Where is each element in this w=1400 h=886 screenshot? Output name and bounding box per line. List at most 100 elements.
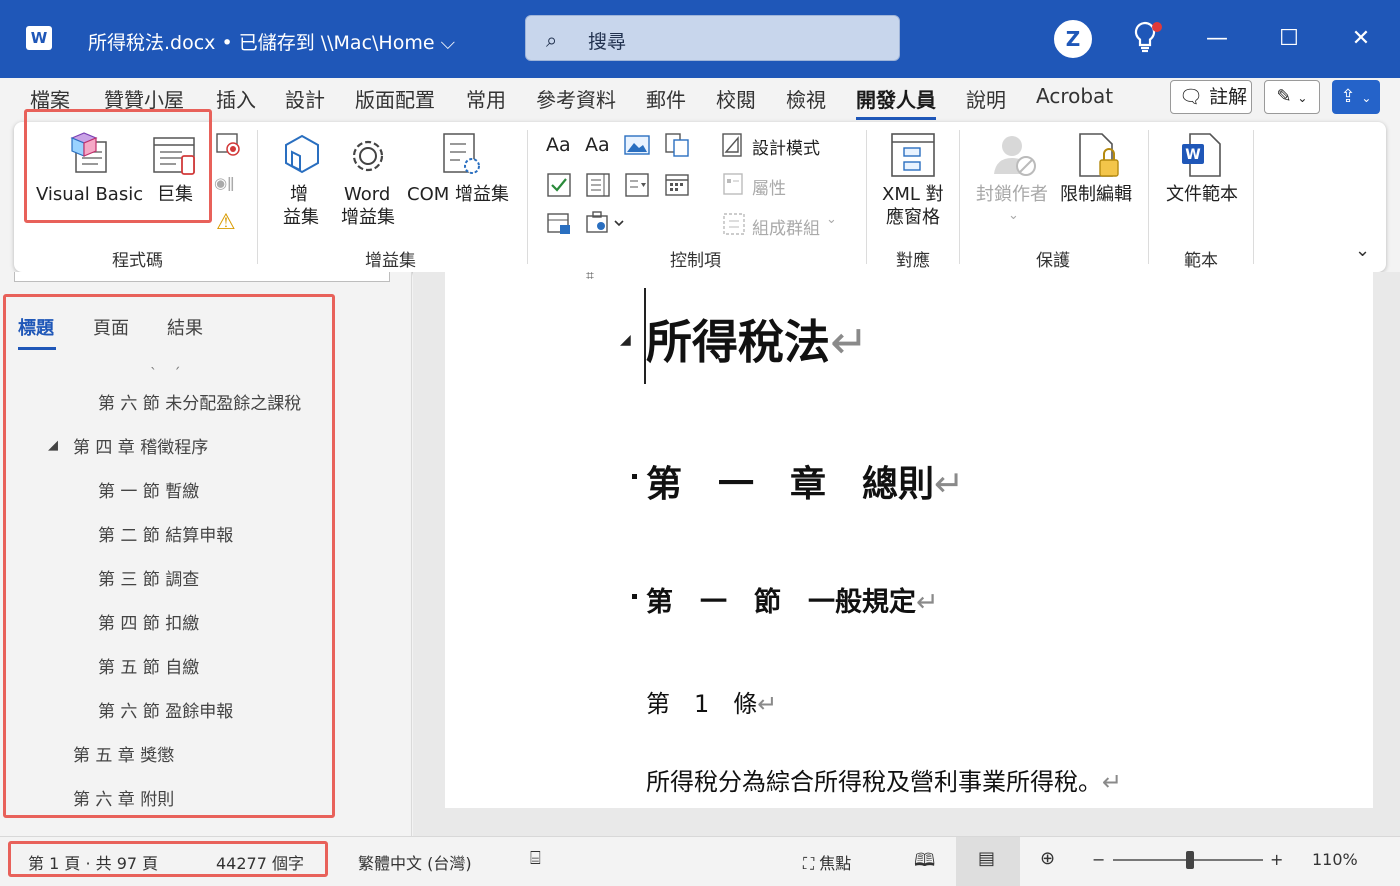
design-mode-icon[interactable] (720, 132, 744, 162)
paragraph-text: 所得稅分為綜合所得稅及營利事業所得稅。 (646, 768, 1102, 796)
print-layout-icon[interactable]: ▤ (978, 848, 995, 869)
group-label-code: 程式碼 (112, 251, 163, 271)
tab-references[interactable]: 參考資料 (536, 84, 616, 113)
layout-options-icon[interactable]: ⌗ (586, 268, 594, 284)
tab-view[interactable]: 檢視 (786, 84, 826, 113)
nav-search-field[interactable] (14, 272, 390, 282)
xml-mapping-label-1[interactable]: XML 對 (882, 184, 944, 206)
ribbon-expand-chevron-icon[interactable]: ⌄ (1355, 240, 1370, 261)
building-block-icon[interactable] (664, 132, 690, 162)
article-text: 第 1 條 (646, 690, 758, 718)
document-page[interactable] (445, 272, 1373, 808)
checkbox-control-icon[interactable] (546, 172, 572, 202)
group-label-templates: 範本 (1184, 251, 1218, 271)
tab-design[interactable]: 設計 (285, 84, 325, 113)
comment-icon: 🗨 (1179, 86, 1204, 108)
group-controls-icon (722, 212, 746, 240)
paragraph-mark: ↵ (757, 690, 778, 718)
addins-icon[interactable] (278, 134, 326, 182)
body-paragraph[interactable]: 所得稅分為綜合所得稅及營利事業所得稅。↵ (646, 762, 1122, 797)
section-text: 第 一 節 一般規定 (646, 587, 916, 618)
editing-mode-button[interactable]: ✎ ⌄ (1264, 80, 1320, 114)
article-number[interactable]: 第 1 條↵ (646, 684, 777, 719)
rich-text-control-button[interactable]: Aa (546, 134, 571, 156)
title-text: 所得稅法 (646, 315, 830, 369)
zoom-out-button[interactable]: − (1092, 850, 1105, 869)
web-layout-icon[interactable]: ⊕ (1040, 848, 1055, 869)
pen-icon: ✎ (1276, 86, 1292, 107)
group-label-mapping: 對應 (896, 251, 930, 271)
plain-text-control-button[interactable]: Aa (585, 134, 610, 156)
macro-security-icon[interactable]: ⚠ (216, 210, 236, 235)
zoom-in-button[interactable]: + (1270, 850, 1283, 869)
paragraph-mark: ↵ (934, 464, 965, 505)
properties-button: 屬性 (752, 179, 786, 199)
repeating-section-icon[interactable] (546, 212, 572, 240)
section-heading[interactable]: 第 一 節 一般規定↵ (646, 580, 939, 619)
word-addins-label-2[interactable]: 增益集 (341, 207, 395, 229)
design-mode-button[interactable]: 設計模式 (752, 134, 820, 159)
zoom-slider-thumb[interactable] (1186, 851, 1194, 869)
heading-marker (632, 474, 637, 479)
gear-icon[interactable] (346, 134, 390, 182)
group-label-protect: 保護 (1036, 251, 1070, 271)
tab-layout[interactable]: 版面配置 (355, 84, 435, 113)
tab-home[interactable]: 常用 (466, 84, 506, 113)
focus-icon: ⛶ (803, 854, 815, 873)
tab-acrobat[interactable]: Acrobat (1036, 84, 1113, 108)
document-title-heading[interactable]: 所得稅法↵ (646, 306, 869, 372)
paragraph-mark: ↵ (1102, 768, 1123, 796)
read-mode-icon[interactable]: 🕮 (914, 848, 935, 878)
com-addins-icon[interactable] (440, 132, 486, 182)
block-authors-button: 封鎖作者 (976, 184, 1048, 205)
paragraph-mark: ↵ (916, 587, 939, 618)
language-indicator[interactable]: 繁體中文 (台灣) (358, 850, 472, 874)
profile-icon[interactable]: Z (1054, 20, 1092, 58)
document-title[interactable]: 所得稅法.docx • 已儲存到 \\Mac\Home ⌵ (88, 28, 455, 55)
close-button[interactable]: ✕ (1342, 20, 1380, 58)
record-macro-icon[interactable] (216, 132, 242, 162)
zoom-level[interactable]: 110% (1312, 850, 1358, 869)
combobox-control-icon[interactable] (585, 172, 611, 202)
tab-review[interactable]: 校閱 (716, 84, 756, 113)
share-button[interactable]: ⇪ ⌄ (1332, 80, 1380, 114)
search-icon: ⌕ (546, 28, 558, 52)
tab-help[interactable]: 說明 (966, 84, 1006, 113)
tab-mailings[interactable]: 郵件 (646, 84, 686, 113)
chapter-heading[interactable]: 第 一 章 總則↵ (646, 455, 964, 507)
addins-label-1[interactable]: 增 (290, 184, 308, 206)
accessibility-icon[interactable]: ⌸ (530, 848, 541, 869)
comments-button[interactable]: 🗨 註解 (1170, 80, 1252, 114)
search-box[interactable]: ⌕ 搜尋 (525, 15, 900, 61)
legacy-tools-icon[interactable] (585, 210, 625, 240)
group-separator (1253, 130, 1254, 264)
properties-icon (722, 172, 744, 200)
group-button: 組成群組 (752, 219, 820, 239)
group-separator (1148, 130, 1149, 264)
tab-insert[interactable]: 插入 (216, 84, 256, 113)
word-addins-label-1[interactable]: Word (344, 184, 390, 206)
active-tab-indicator (856, 117, 936, 120)
search-placeholder: 搜尋 (588, 31, 627, 53)
xml-mapping-icon[interactable] (890, 132, 936, 182)
dropdown-control-icon[interactable] (624, 172, 650, 202)
com-addins-button[interactable]: COM 增益集 (407, 184, 509, 206)
picture-control-icon[interactable] (624, 134, 650, 160)
addins-label-2[interactable]: 益集 (283, 207, 319, 229)
title-bar: W 所得稅法.docx • 已儲存到 \\Mac\Home ⌵ ⌕ 搜尋 Z —… (0, 0, 1400, 78)
date-picker-icon[interactable] (664, 172, 690, 202)
chevron-down-icon: ⌄ (1361, 91, 1372, 105)
block-authors-icon (992, 132, 1038, 182)
restrict-editing-button[interactable]: 限制編輯 (1060, 184, 1132, 206)
minimize-button[interactable]: — (1198, 20, 1236, 58)
xml-mapping-label-2[interactable]: 應窗格 (886, 207, 940, 229)
document-template-icon[interactable]: W (1180, 132, 1222, 182)
maximize-button[interactable]: ☐ (1270, 20, 1308, 58)
notification-dot (1152, 22, 1162, 32)
chapter-text: 第 一 章 總則 (646, 464, 935, 505)
document-template-button[interactable]: 文件範本 (1166, 184, 1238, 206)
focus-button[interactable]: ⛶ 焦點 (803, 850, 851, 874)
tab-developer[interactable]: 開發人員 (856, 84, 936, 113)
heading-collapse-icon[interactable]: ◢ (620, 332, 631, 348)
restrict-editing-icon[interactable] (1076, 132, 1122, 184)
